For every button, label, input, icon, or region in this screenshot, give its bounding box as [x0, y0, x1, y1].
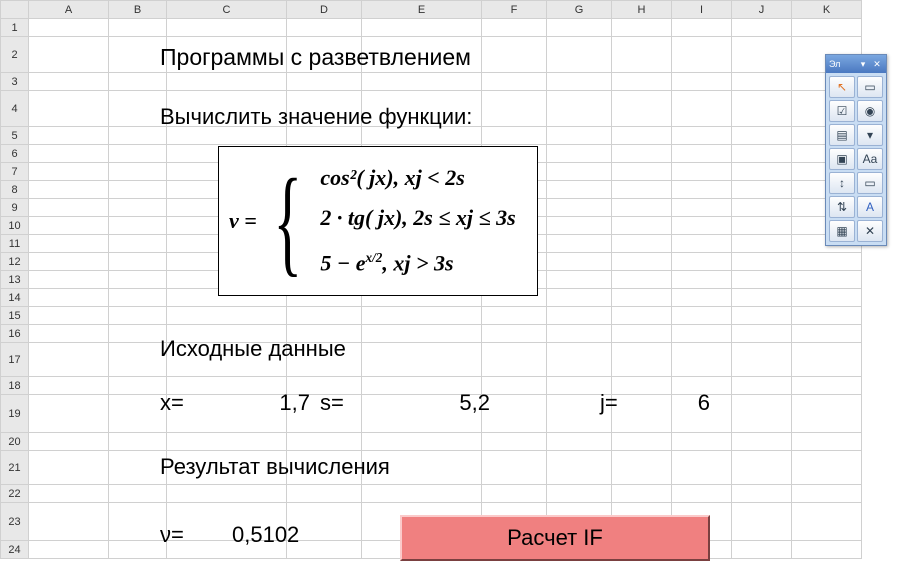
row-header[interactable]: 19: [1, 395, 29, 433]
toolbox-header[interactable]: Эл ▾ ✕: [826, 55, 886, 73]
row-header[interactable]: 5: [1, 127, 29, 145]
toolbox-close-icon[interactable]: ✕: [871, 58, 883, 70]
option-icon[interactable]: ◉: [857, 100, 883, 122]
col-header[interactable]: H: [612, 1, 672, 19]
row-header[interactable]: 7: [1, 163, 29, 181]
toolbox-dropdown-icon[interactable]: ▾: [857, 58, 869, 70]
row-header[interactable]: 3: [1, 73, 29, 91]
row-header[interactable]: 20: [1, 433, 29, 451]
inputs-heading: Исходные данные: [160, 336, 346, 362]
group-icon[interactable]: ▣: [829, 148, 855, 170]
row-header[interactable]: 6: [1, 145, 29, 163]
corner-cell[interactable]: [1, 1, 29, 19]
nu-label: ν=: [160, 522, 184, 548]
listbox-icon[interactable]: ▤: [829, 124, 855, 146]
col-header[interactable]: B: [109, 1, 167, 19]
row-header[interactable]: 8: [1, 181, 29, 199]
row-header[interactable]: 11: [1, 235, 29, 253]
row-header[interactable]: 21: [1, 451, 29, 485]
row-header[interactable]: 16: [1, 325, 29, 343]
row-header[interactable]: 18: [1, 377, 29, 395]
formula-box: v = { cos²( jx), xj < 2s 2 · tg( jx), 2s…: [218, 146, 538, 296]
col-header[interactable]: K: [792, 1, 862, 19]
col-header[interactable]: J: [732, 1, 792, 19]
row-header[interactable]: 24: [1, 541, 29, 559]
spin-icon[interactable]: ⇅: [829, 196, 855, 218]
pointer-icon[interactable]: ↖: [829, 76, 855, 98]
checkbox-icon[interactable]: ☑: [829, 100, 855, 122]
col-header[interactable]: E: [362, 1, 482, 19]
row-header[interactable]: 14: [1, 289, 29, 307]
combo-icon[interactable]: ▾: [857, 124, 883, 146]
nu-value: 0,5102: [232, 522, 299, 548]
x-label: x=: [160, 390, 184, 416]
result-heading: Результат вычисления: [160, 454, 390, 480]
col-header[interactable]: D: [287, 1, 362, 19]
row-header[interactable]: 10: [1, 217, 29, 235]
row-header[interactable]: 23: [1, 503, 29, 541]
s-label: s=: [320, 390, 344, 416]
col-header[interactable]: C: [167, 1, 287, 19]
brace-icon: {: [273, 161, 302, 281]
x-value[interactable]: 1,7: [240, 390, 310, 416]
row-header[interactable]: 4: [1, 91, 29, 127]
scroll-icon[interactable]: ↕: [829, 172, 855, 194]
s-value[interactable]: 5,2: [420, 390, 490, 416]
subtitle-text: Вычислить значение функции:: [160, 104, 472, 130]
image-icon[interactable]: ▦: [829, 220, 855, 242]
toolbox-title: Эл: [829, 59, 840, 69]
tools-icon[interactable]: ✕: [857, 220, 883, 242]
button-icon[interactable]: ▭: [857, 172, 883, 194]
row-header[interactable]: 1: [1, 19, 29, 37]
formula-case-3: 5 − ex/2, xj > 3s: [320, 238, 515, 283]
row-header[interactable]: 17: [1, 343, 29, 377]
formula-case-2: 2 · tg( jx), 2s ≤ xj ≤ 3s: [320, 198, 515, 238]
page-title: Программы с разветвлением: [160, 44, 471, 71]
j-label: j=: [600, 390, 618, 416]
button-label: Расчет IF: [507, 525, 603, 551]
calculate-if-button[interactable]: Расчет IF: [400, 515, 710, 561]
formula-case-1: cos²( jx), xj < 2s: [320, 158, 515, 198]
row-header[interactable]: 15: [1, 307, 29, 325]
forms-toolbox[interactable]: Эл ▾ ✕ ↖▭☑◉▤▾▣Aa↕▭⇅A▦✕: [825, 54, 887, 246]
row-header[interactable]: 22: [1, 485, 29, 503]
label-icon[interactable]: Aa: [857, 148, 883, 170]
row-header[interactable]: 13: [1, 271, 29, 289]
col-header[interactable]: G: [547, 1, 612, 19]
row-header[interactable]: 9: [1, 199, 29, 217]
col-header[interactable]: I: [672, 1, 732, 19]
row-header[interactable]: 2: [1, 37, 29, 73]
j-value[interactable]: 6: [660, 390, 710, 416]
formula-lhs: v =: [229, 208, 257, 234]
row-header[interactable]: 12: [1, 253, 29, 271]
letter-a-icon[interactable]: A: [857, 196, 883, 218]
col-header[interactable]: A: [29, 1, 109, 19]
textbox-icon[interactable]: ▭: [857, 76, 883, 98]
col-header[interactable]: F: [482, 1, 547, 19]
